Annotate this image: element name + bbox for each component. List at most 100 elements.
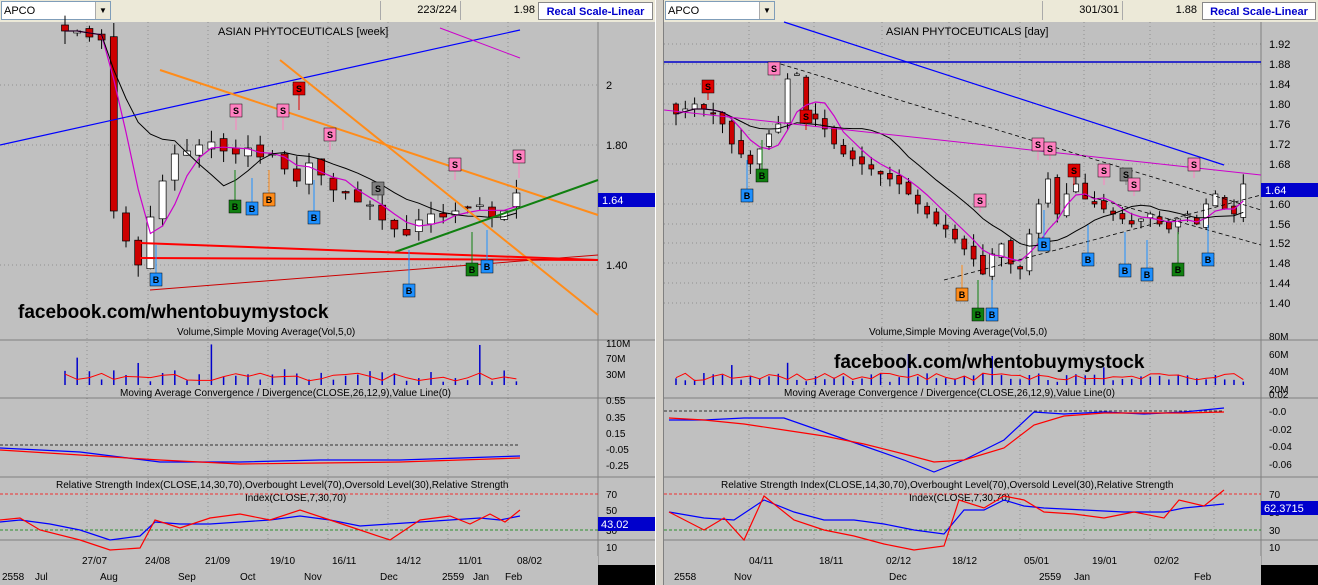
candle-body <box>256 144 265 158</box>
month-tick-label: Dec <box>889 572 907 583</box>
candle-body <box>1045 178 1051 204</box>
candle-body <box>859 156 865 165</box>
signal-letter: S <box>233 106 239 116</box>
macd-signal-line <box>668 411 1225 463</box>
volume-sma-line <box>675 372 1244 382</box>
candle-body <box>195 144 204 156</box>
signal-letter: S <box>452 160 458 170</box>
date-tick-label: 18/12 <box>952 556 977 567</box>
candle-body <box>1212 193 1219 207</box>
price-tick-label: 1.80 <box>606 140 627 152</box>
volume-tick-label: 30M <box>606 370 625 381</box>
date-tick-label: 02/12 <box>886 556 911 567</box>
date-tick-label: 05/01 <box>1024 556 1049 567</box>
signal-letter: S <box>327 130 333 140</box>
candle-body <box>1138 218 1144 222</box>
candle-body <box>905 181 912 195</box>
signal-letter: B <box>153 275 160 285</box>
month-tick-label: 2559 <box>442 572 465 583</box>
right-chart-svg: 1.92 1.88 1.84 1.80 1.76 1.72 1.68 1.60 1.56 1.52… <box>664 21 1318 585</box>
pane-divider[interactable] <box>655 0 664 585</box>
candle-body <box>1007 240 1014 265</box>
volume-tick-label: 70M <box>606 354 625 365</box>
signal-letter: B <box>989 310 996 320</box>
signal-letter: S <box>516 152 522 162</box>
corner-block <box>598 565 655 585</box>
candle-body <box>738 140 744 155</box>
price-tick-label: 1.88 <box>1269 59 1290 71</box>
signal-letter: B <box>232 202 239 212</box>
candle-body <box>942 224 949 230</box>
candle-body <box>61 24 69 32</box>
current-price-text: 1.64 <box>602 195 623 207</box>
signal-letter: B <box>484 262 491 272</box>
candle-body <box>1203 203 1209 228</box>
date-tick-label: 18/11 <box>819 556 844 567</box>
candle-body <box>728 120 735 145</box>
price-tick-label: 1.76 <box>1269 119 1290 131</box>
right-watermark: facebook.com/whentobuymystock <box>834 352 1145 373</box>
rsi-tick-label: 10 <box>606 543 618 554</box>
price-tick-label: 1.84 <box>1269 79 1290 91</box>
candle-body <box>512 192 521 207</box>
signal-letter: S <box>375 184 381 194</box>
candle-body <box>439 213 448 218</box>
signal-letter: S <box>977 196 983 206</box>
volume-tick-label: 80M <box>1269 332 1288 343</box>
rsi-tick-label: 50 <box>606 506 618 517</box>
candle-body <box>803 76 810 115</box>
candle-body <box>887 173 893 180</box>
candle-body <box>1166 222 1172 230</box>
rsi-tick-label: 70 <box>606 490 618 501</box>
price-tick-label: 2 <box>606 80 612 92</box>
candle-body <box>924 205 930 215</box>
candle-body <box>390 219 399 230</box>
price-tick-label: 1.40 <box>1269 298 1290 310</box>
price-tick-label: 1.68 <box>1269 159 1290 171</box>
rsi-line <box>668 499 1225 535</box>
candle-body <box>691 103 698 110</box>
signal-letter: S <box>280 106 286 116</box>
candle-body <box>747 154 754 165</box>
signal-letter: B <box>975 310 982 320</box>
candle-body <box>784 78 791 124</box>
date-tick-label: 11/01 <box>458 556 483 567</box>
month-tick-label: Jan <box>473 572 489 583</box>
price-tick-label: 1.60 <box>1269 199 1290 211</box>
date-tick-label: 02/02 <box>1154 556 1179 567</box>
macd-tick-label: 0.35 <box>606 413 626 424</box>
macd-tick-label: -0.06 <box>1269 460 1292 471</box>
candle-body <box>914 194 921 205</box>
signal-letter: B <box>249 204 256 214</box>
candle-body <box>1100 200 1107 210</box>
date-tick-label: 04/11 <box>749 556 774 567</box>
month-tick-label: Sep <box>178 572 196 583</box>
macd-panel-title: Moving Average Convergence / Divergence(… <box>784 388 1115 399</box>
rsi-panel-title: Relative Strength Index(CLOSE,14,30,70),… <box>56 480 508 491</box>
price-tick-label: 1.44 <box>1269 278 1290 290</box>
macd-tick-label: 0.55 <box>606 396 626 407</box>
candle-body <box>868 164 875 170</box>
signal-letter: B <box>469 265 476 275</box>
candle-body <box>812 113 819 120</box>
signal-letter: S <box>1047 144 1053 154</box>
candle-body <box>488 206 496 218</box>
rsi-tick-label: 10 <box>1269 543 1281 554</box>
month-tick-label: Feb <box>1194 572 1212 583</box>
candle-body <box>341 191 350 194</box>
date-tick-label: 19/10 <box>270 556 295 567</box>
macd-tick-label: -0.04 <box>1269 442 1292 453</box>
candle-body <box>219 138 228 152</box>
date-tick-label: 24/08 <box>145 556 170 567</box>
month-tick-label: 2558 <box>674 572 697 583</box>
candle-body <box>329 177 338 191</box>
macd-panel-title: Moving Average Convergence / Divergence(… <box>120 388 451 399</box>
month-tick-label: Dec <box>380 572 398 583</box>
candle-body <box>849 150 856 160</box>
date-tick-label: 14/12 <box>396 556 421 567</box>
signal-letter: S <box>1131 180 1137 190</box>
price-tick-label: 1.80 <box>1269 99 1290 111</box>
candle-body <box>427 213 435 225</box>
candle-body <box>701 104 707 110</box>
signal-letter: S <box>771 64 777 74</box>
